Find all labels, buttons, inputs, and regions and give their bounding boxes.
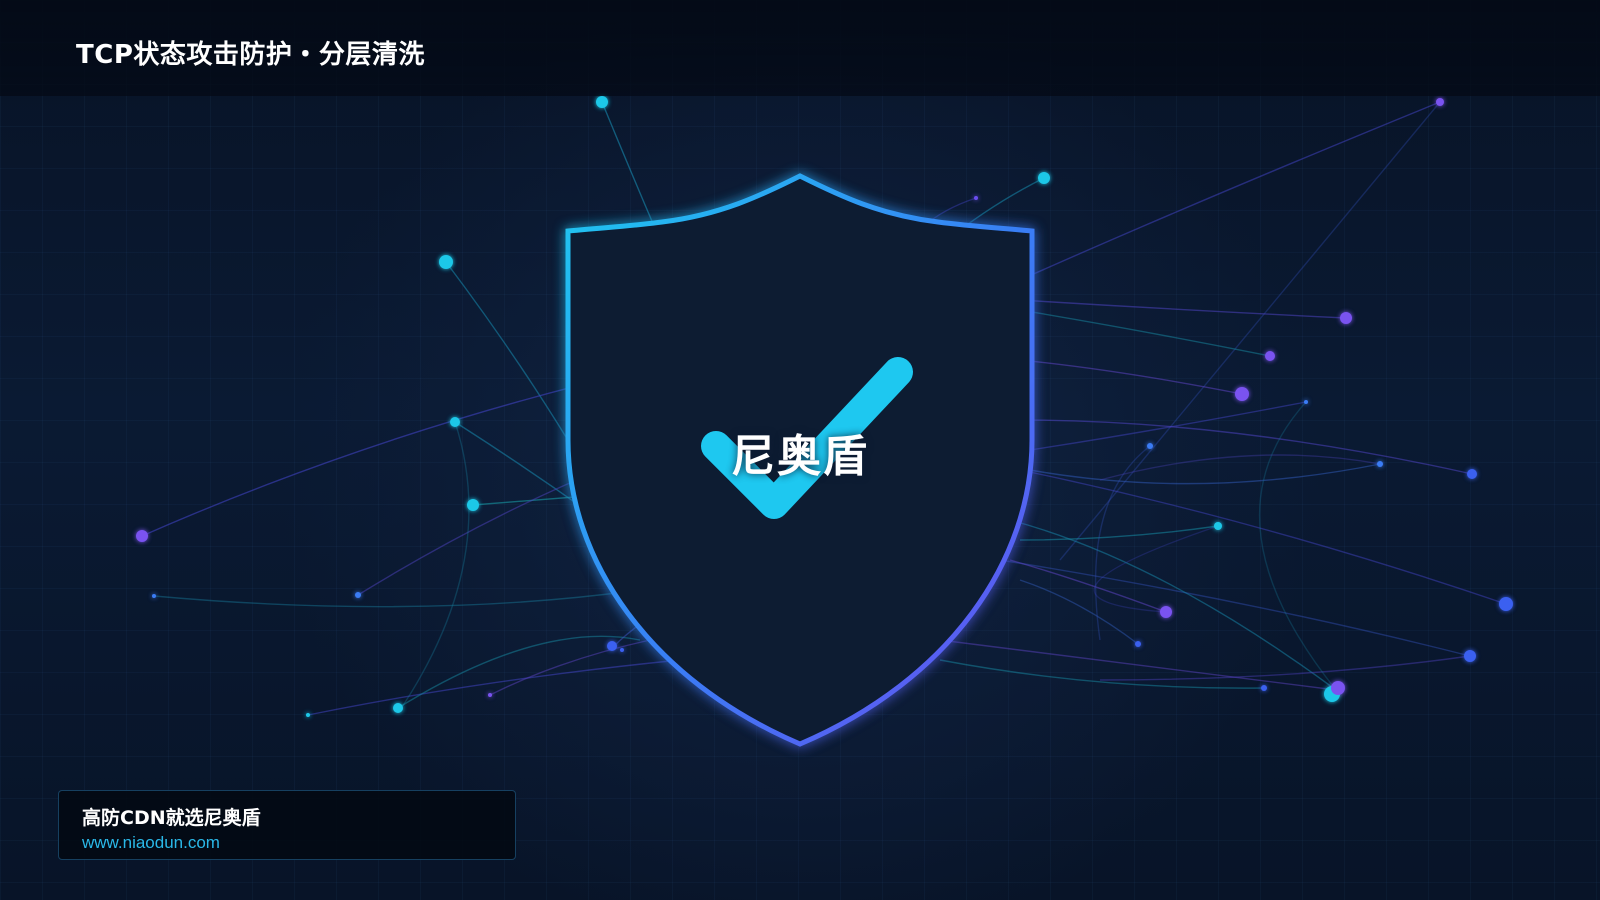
network-node — [1038, 172, 1050, 184]
network-node — [1235, 387, 1249, 401]
brand-name: 尼奥盾 — [731, 431, 869, 482]
network-node — [1160, 606, 1172, 618]
network-line — [959, 177, 1045, 231]
network-line — [1019, 359, 1243, 395]
network-line — [489, 639, 651, 696]
network-node — [1304, 400, 1308, 404]
header-bar: TCP状态攻击防护・分层清洗 — [0, 0, 1600, 96]
network-node — [1331, 681, 1345, 695]
network-node — [620, 648, 624, 652]
network-node — [1265, 351, 1275, 361]
network-node — [355, 592, 361, 598]
network-line — [1099, 655, 1471, 681]
network-node — [488, 693, 492, 697]
network-line — [939, 659, 1265, 689]
network-line — [357, 469, 601, 596]
network-node — [596, 96, 608, 108]
network-node — [136, 530, 148, 542]
network-node — [1499, 597, 1513, 611]
network-line — [1019, 101, 1441, 281]
network-node — [1464, 650, 1476, 662]
footer-card: 高防CDN就选尼奥盾 www.niaodun.com — [58, 790, 516, 860]
network-node — [1261, 685, 1267, 691]
page-title: TCP状态攻击防护・分层清洗 — [76, 40, 425, 70]
network-line — [1019, 299, 1347, 319]
network-line — [307, 659, 681, 716]
network-node — [439, 255, 453, 269]
network-line — [153, 589, 641, 608]
network-node — [306, 713, 310, 717]
network-node — [1214, 522, 1222, 530]
hero-banner: 尼奥盾 TCP状态攻击防护・分层清洗 高防CDN就选尼奥盾 www.niaodu… — [0, 0, 1600, 900]
network-line — [1019, 525, 1219, 541]
footer-slogan: 高防CDN就选尼奥盾 — [82, 807, 261, 829]
network-line — [1009, 519, 1337, 691]
network-node — [1436, 98, 1444, 106]
network-node — [974, 196, 978, 200]
network-node — [467, 499, 479, 511]
network-line — [1019, 469, 1507, 605]
network-line — [1019, 309, 1271, 357]
network-node — [1340, 312, 1352, 324]
network-line — [999, 559, 1471, 657]
network-line — [1009, 559, 1167, 613]
network-line — [1019, 579, 1139, 645]
network-line — [601, 101, 661, 241]
network-line — [1093, 525, 1219, 613]
network-node — [607, 641, 617, 651]
network-line — [397, 635, 641, 709]
network-node — [393, 703, 403, 713]
footer-url-link[interactable]: www.niaodun.com — [82, 833, 220, 853]
network-node — [152, 594, 156, 598]
network-node — [1135, 641, 1141, 647]
